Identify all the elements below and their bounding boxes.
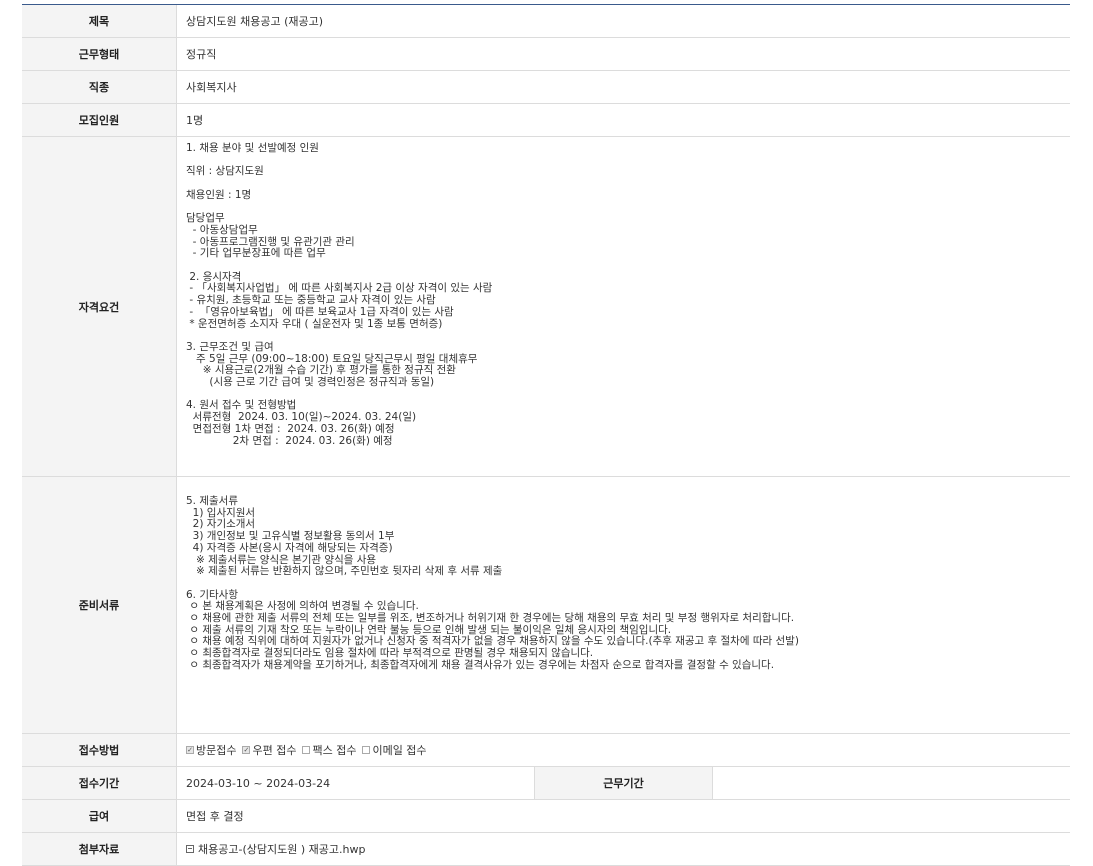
checkbox-fax[interactable] xyxy=(302,746,311,754)
value-headcount: 1명 xyxy=(186,114,204,127)
row-salary: 급여 면접 후 결정 xyxy=(22,800,1070,833)
option-email-label: 이메일 접수 xyxy=(372,744,427,757)
job-posting-table: 제목 상담지도원 채용공고 (재공고) 근무형태 정규직 직종 사회복지사 모집… xyxy=(22,4,1070,866)
value-attachment: 채용공고-(상담지도원 ) 재공고.hwp xyxy=(177,833,1070,865)
row-work-type: 근무형태 정규직 xyxy=(22,38,1070,71)
option-mail-label: 우편 접수 xyxy=(252,744,297,757)
row-documents: 준비서류 5. 제출서류 1) 입사지원서 2) 자기소개서 3) 개인정보 및… xyxy=(22,477,1070,734)
label-headcount: 모집인원 xyxy=(22,104,177,136)
value-apply-method: ✓ 방문접수 ✓ 우편 접수 팩스 접수 이메일 접수 xyxy=(177,734,1070,766)
row-apply-period: 접수기간 2024-03-10 ~ 2024-03-24 근무기간 xyxy=(22,767,1070,800)
checkbox-mail[interactable]: ✓ xyxy=(242,746,251,754)
attachment-link[interactable]: 채용공고-(상담지도원 ) 재공고.hwp xyxy=(198,841,365,857)
label-apply-method: 접수방법 xyxy=(22,734,177,766)
row-qualification: 자격요건 1. 채용 분야 및 선발예정 인원 직위 : 상담지도원 채용인원 … xyxy=(22,137,1070,477)
option-visit[interactable]: ✓ 방문접수 xyxy=(186,742,236,758)
value-qualification: 1. 채용 분야 및 선발예정 인원 직위 : 상담지도원 채용인원 : 1명 … xyxy=(177,137,1070,476)
label-work-type: 근무형태 xyxy=(22,38,177,70)
row-apply-method: 접수방법 ✓ 방문접수 ✓ 우편 접수 팩스 접수 이메일 접수 xyxy=(22,734,1070,767)
option-mail[interactable]: ✓ 우편 접수 xyxy=(242,742,296,758)
value-documents: 5. 제출서류 1) 입사지원서 2) 자기소개서 3) 개인정보 및 고유식별… xyxy=(177,477,1070,733)
option-fax[interactable]: 팩스 접수 xyxy=(302,742,356,758)
qualification-text: 1. 채용 분야 및 선발예정 인원 직위 : 상담지도원 채용인원 : 1명 … xyxy=(186,142,493,447)
label-title: 제목 xyxy=(22,5,177,37)
checkbox-visit[interactable]: ✓ xyxy=(186,746,194,754)
value-work-period xyxy=(713,767,1070,799)
file-icon xyxy=(186,845,194,853)
row-job: 직종 사회복지사 xyxy=(22,71,1070,104)
row-title: 제목 상담지도원 채용공고 (재공고) xyxy=(22,5,1070,38)
value-apply-period-group: 2024-03-10 ~ 2024-03-24 근무기간 xyxy=(177,767,1070,799)
option-visit-label: 방문접수 xyxy=(196,744,237,757)
row-attachment: 첨부자료 채용공고-(상담지도원 ) 재공고.hwp xyxy=(22,833,1070,866)
value-apply-period: 2024-03-10 ~ 2024-03-24 xyxy=(186,776,331,790)
option-email[interactable]: 이메일 접수 xyxy=(362,742,427,758)
label-salary: 급여 xyxy=(22,800,177,832)
label-documents: 준비서류 xyxy=(22,477,177,733)
label-qualification: 자격요건 xyxy=(22,137,177,476)
label-job: 직종 xyxy=(22,71,177,103)
value-job: 사회복지사 xyxy=(186,81,237,94)
option-fax-label: 팩스 접수 xyxy=(312,744,357,757)
checkbox-email[interactable] xyxy=(362,746,371,754)
label-apply-period: 접수기간 xyxy=(22,767,177,799)
label-attachment: 첨부자료 xyxy=(22,833,177,865)
label-work-period: 근무기간 xyxy=(534,767,713,799)
value-work-type: 정규직 xyxy=(186,48,217,61)
value-salary: 면접 후 결정 xyxy=(186,810,244,823)
row-headcount: 모집인원 1명 xyxy=(22,104,1070,137)
value-title: 상담지도원 채용공고 (재공고) xyxy=(186,15,324,28)
documents-text: 5. 제출서류 1) 입사지원서 2) 자기소개서 3) 개인정보 및 고유식별… xyxy=(186,495,799,671)
